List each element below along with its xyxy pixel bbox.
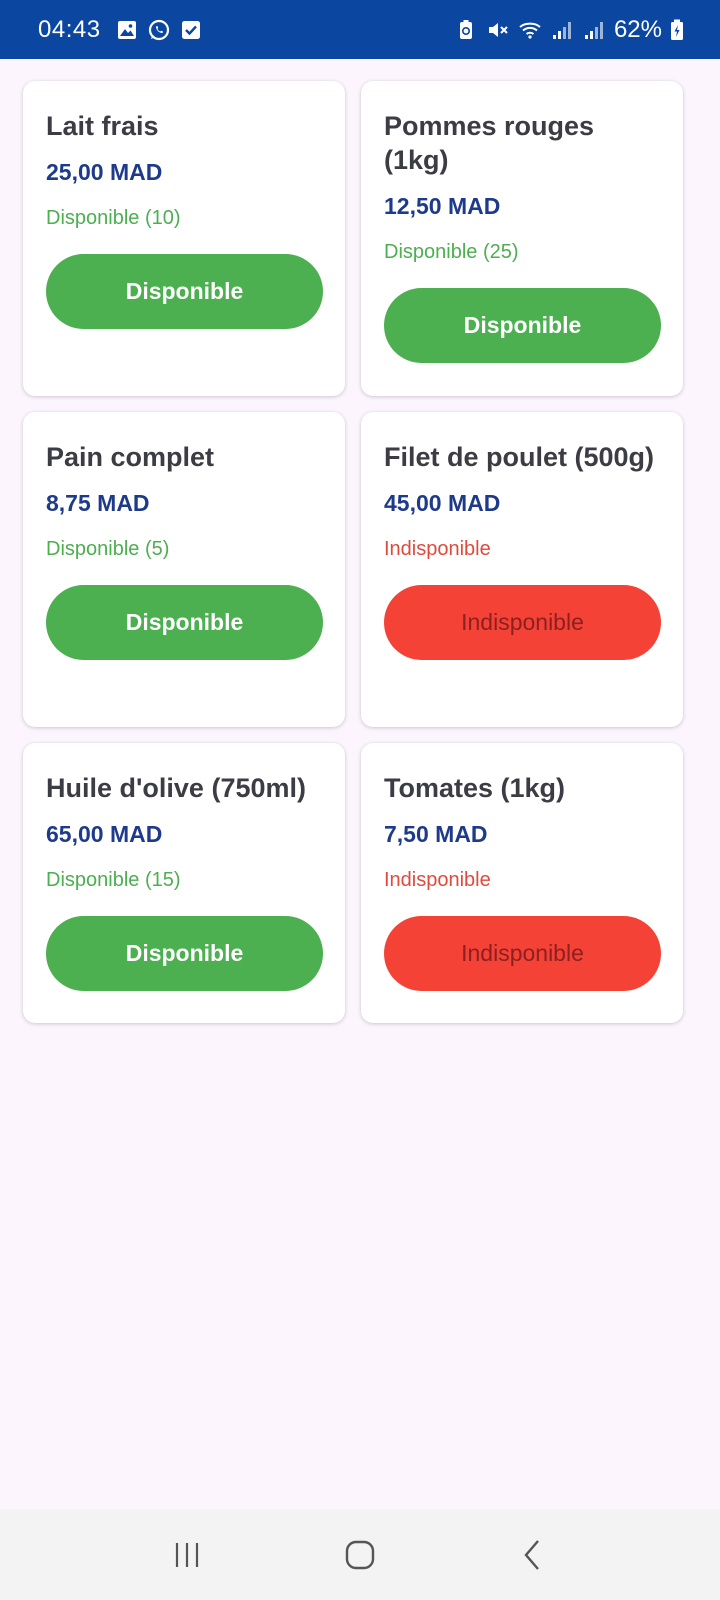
product-card[interactable]: Pommes rouges (1kg) 12,50 MAD Disponible… — [361, 81, 683, 396]
product-price: 8,75 MAD — [46, 490, 150, 516]
stock-status: Disponible (10) — [46, 207, 181, 229]
product-card[interactable]: Tomates (1kg) 7,50 MAD Indisponible Indi… — [361, 743, 683, 1023]
wifi-icon — [518, 18, 542, 42]
home-icon[interactable] — [330, 1525, 390, 1585]
product-price: 65,00 MAD — [46, 821, 163, 847]
product-card[interactable]: Huile d'olive (750ml) 65,00 MAD Disponib… — [23, 743, 345, 1023]
checkbox-notification-icon — [179, 18, 203, 42]
stock-status: Disponible (25) — [384, 241, 519, 263]
status-bar: 04:43 62% — [0, 0, 720, 59]
product-price: 7,50 MAD — [384, 821, 488, 847]
product-grid: Lait frais 25,00 MAD Disponible (10) Dis… — [23, 81, 683, 1023]
product-card[interactable]: Pain complet 8,75 MAD Disponible (5) Dis… — [23, 412, 345, 727]
product-name: Pain complet — [46, 442, 215, 472]
mute-icon — [486, 18, 510, 42]
product-card[interactable]: Lait frais 25,00 MAD Disponible (10) Dis… — [23, 81, 345, 396]
recent-apps-icon[interactable] — [157, 1525, 217, 1585]
availability-button[interactable]: Disponible — [384, 288, 661, 363]
product-name: Lait frais — [46, 111, 159, 141]
battery-percent: 62% — [613, 15, 662, 43]
whatsapp-icon — [147, 18, 171, 42]
signal-icon — [582, 18, 606, 42]
unavailable-button[interactable]: Indisponible — [384, 585, 661, 660]
status-right: 62% — [454, 16, 684, 44]
back-icon[interactable] — [503, 1525, 563, 1585]
product-name: Filet de poulet (500g) — [384, 442, 655, 472]
navigation-bar — [0, 1509, 720, 1600]
product-price: 45,00 MAD — [384, 490, 501, 516]
battery-icon — [670, 18, 684, 42]
product-price: 25,00 MAD — [46, 159, 163, 185]
signal-icon — [550, 18, 574, 42]
gallery-icon — [115, 18, 139, 42]
availability-button[interactable]: Disponible — [46, 585, 323, 660]
status-time: 04:43 — [38, 15, 101, 43]
availability-button[interactable]: Disponible — [46, 916, 323, 991]
product-card[interactable]: Filet de poulet (500g) 45,00 MAD Indispo… — [361, 412, 683, 727]
stock-status: Indisponible — [384, 869, 491, 891]
product-name: Tomates (1kg) — [384, 773, 566, 803]
battery-saver-icon — [454, 18, 478, 42]
product-price: 12,50 MAD — [384, 193, 501, 219]
stock-status: Indisponible — [384, 538, 491, 560]
product-name: Pommes rouges (1kg) — [384, 111, 595, 175]
availability-button[interactable]: Disponible — [46, 254, 323, 329]
status-left: 04:43 — [38, 16, 203, 44]
unavailable-button[interactable]: Indisponible — [384, 916, 661, 991]
product-name: Huile d'olive (750ml) — [46, 773, 306, 803]
stock-status: Disponible (15) — [46, 869, 181, 891]
stock-status: Disponible (5) — [46, 538, 170, 560]
